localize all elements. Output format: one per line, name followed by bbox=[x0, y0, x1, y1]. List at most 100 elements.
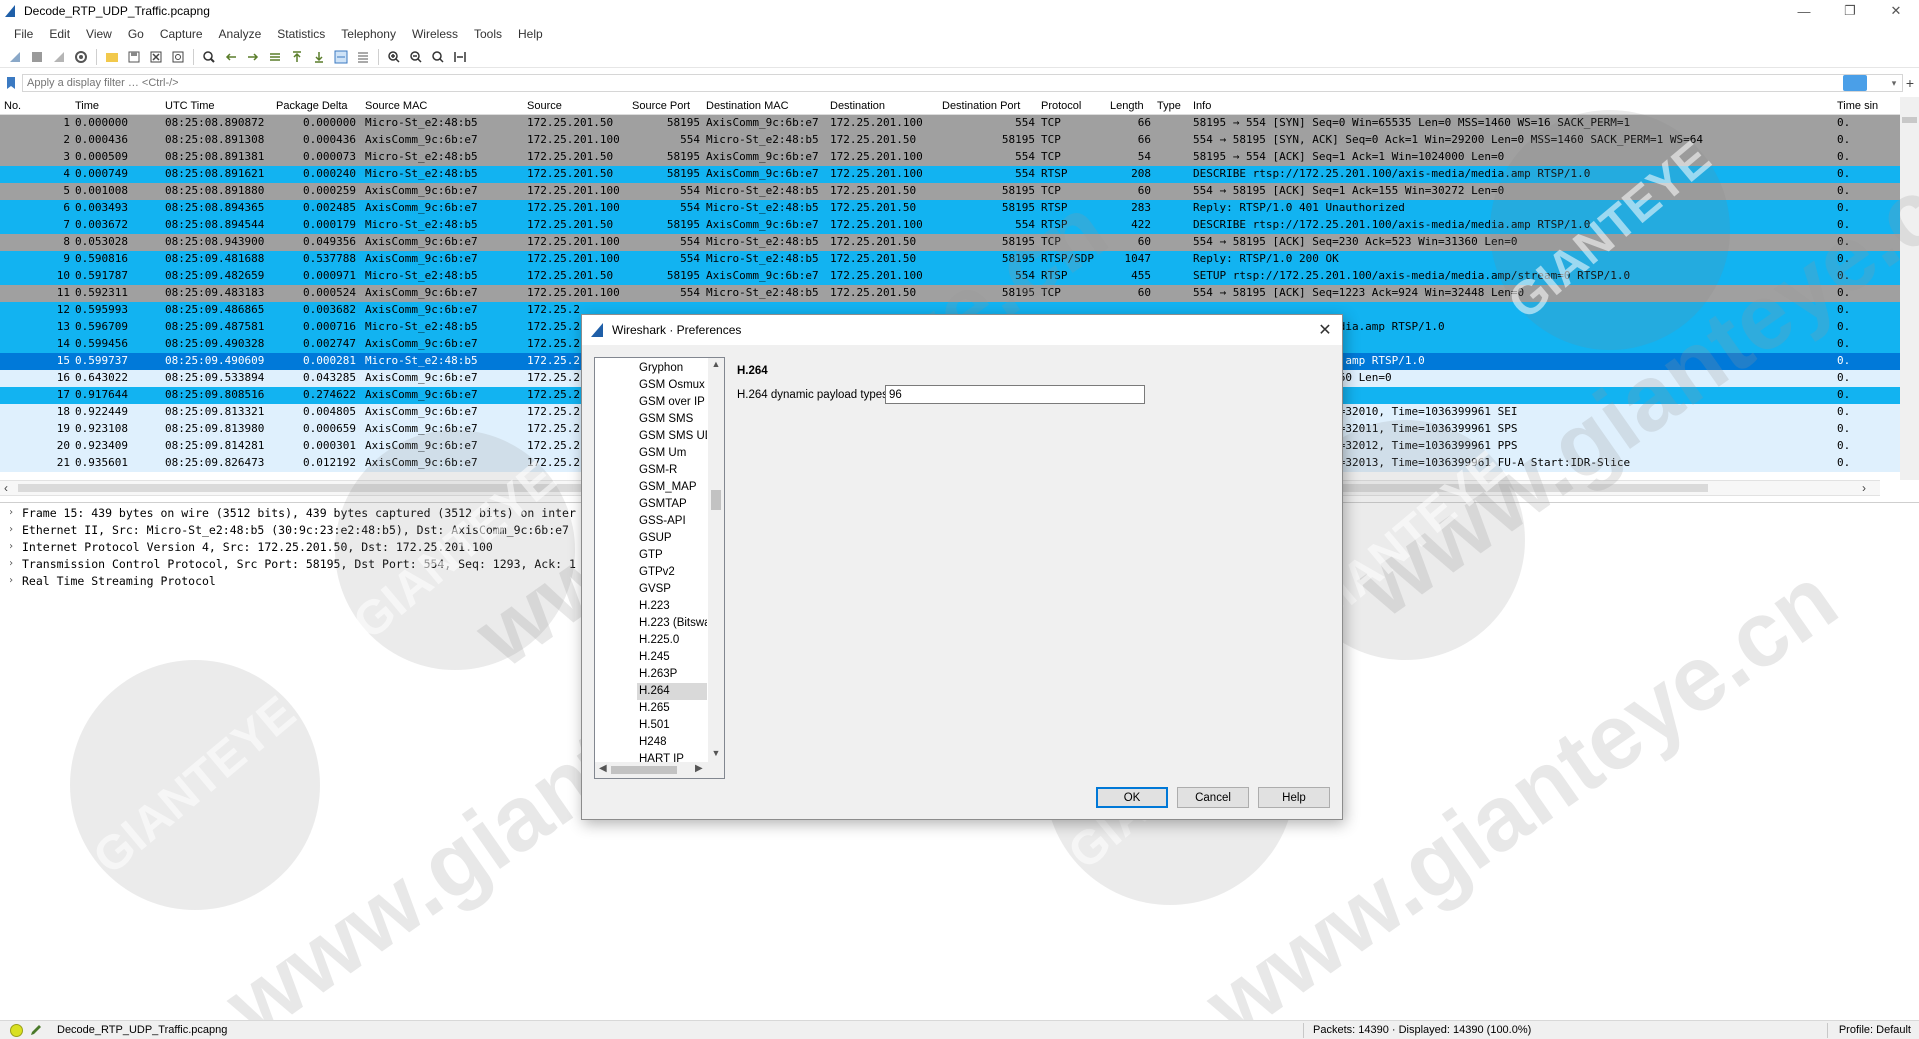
column-header-no[interactable]: No. bbox=[4, 100, 21, 112]
menu-help[interactable]: Help bbox=[510, 27, 551, 41]
protocol-item[interactable]: H.264 bbox=[637, 683, 707, 700]
expand-arrow-icon[interactable]: › bbox=[0, 575, 22, 586]
expand-arrow-icon[interactable]: › bbox=[0, 541, 22, 552]
column-header-source[interactable]: Source bbox=[527, 100, 562, 112]
protocol-item[interactable]: GSM over IP bbox=[637, 394, 707, 411]
column-header-length[interactable]: Length bbox=[1110, 100, 1144, 112]
protocol-item[interactable]: GVSP bbox=[637, 581, 707, 598]
close-file-icon[interactable] bbox=[145, 47, 167, 67]
close-window-button[interactable]: ✕ bbox=[1873, 0, 1919, 22]
go-first-packet-icon[interactable] bbox=[286, 47, 308, 67]
menu-tools[interactable]: Tools bbox=[466, 27, 510, 41]
packet-row[interactable]: 1 0.000000 08:25:08.890872 0.000000 Micro-St… bbox=[0, 115, 1900, 132]
protocol-item[interactable]: GSM_MAP bbox=[637, 479, 707, 496]
resize-columns-icon[interactable] bbox=[449, 47, 471, 67]
scroll-thumb[interactable] bbox=[611, 766, 677, 774]
close-icon[interactable]: ✕ bbox=[1314, 319, 1336, 341]
protocol-item[interactable]: GSM SMS bbox=[637, 411, 707, 428]
colorize-icon[interactable] bbox=[352, 47, 374, 67]
protocol-tree-horizontal-scrollbar[interactable]: ◀ ▶ bbox=[595, 762, 724, 778]
filter-bookmark-icon[interactable] bbox=[4, 74, 18, 92]
go-last-packet-icon[interactable] bbox=[308, 47, 330, 67]
payload-types-input[interactable] bbox=[885, 385, 1145, 404]
menu-telephony[interactable]: Telephony bbox=[333, 27, 404, 41]
scroll-up-icon[interactable]: ▲ bbox=[708, 359, 724, 369]
save-file-icon[interactable] bbox=[123, 47, 145, 67]
scroll-right-icon[interactable]: › bbox=[1862, 481, 1866, 495]
normal-size-icon[interactable] bbox=[427, 47, 449, 67]
go-back-icon[interactable] bbox=[220, 47, 242, 67]
column-header-time[interactable]: Time bbox=[75, 100, 99, 112]
protocol-item[interactable]: H.223 (Bitswa bbox=[637, 615, 707, 632]
column-header-destination-mac[interactable]: Destination MAC bbox=[706, 100, 789, 112]
protocol-item[interactable]: GTP bbox=[637, 547, 707, 564]
packet-row[interactable]: 6 0.003493 08:25:08.894365 0.002485 AxisComm… bbox=[0, 200, 1900, 217]
zoom-in-icon[interactable] bbox=[383, 47, 405, 67]
protocol-item[interactable]: GSUP bbox=[637, 530, 707, 547]
protocol-item[interactable]: H.225.0 bbox=[637, 632, 707, 649]
restore-button[interactable]: ❐ bbox=[1827, 0, 1873, 22]
protocol-item[interactable]: GSM Osmux bbox=[637, 377, 707, 394]
reload-file-icon[interactable] bbox=[167, 47, 189, 67]
go-to-packet-icon[interactable] bbox=[264, 47, 286, 67]
column-header-type[interactable]: Type bbox=[1157, 100, 1181, 112]
column-header-source-port[interactable]: Source Port bbox=[632, 100, 690, 112]
scroll-thumb[interactable] bbox=[711, 490, 721, 510]
menu-statistics[interactable]: Statistics bbox=[269, 27, 333, 41]
packet-row[interactable]: 7 0.003672 08:25:08.894544 0.000179 Micro-St… bbox=[0, 217, 1900, 234]
packet-row[interactable]: 10 0.591787 08:25:09.482659 0.000971 Micro-S… bbox=[0, 268, 1900, 285]
protocol-item[interactable]: H.263P bbox=[637, 666, 707, 683]
scroll-right-icon[interactable]: ▶ bbox=[695, 763, 703, 774]
scroll-left-icon[interactable]: ◀ bbox=[599, 763, 607, 774]
expert-info-icon[interactable] bbox=[10, 1023, 23, 1037]
menu-capture[interactable]: Capture bbox=[152, 27, 211, 41]
protocol-item[interactable]: GSM-R bbox=[637, 462, 707, 479]
expand-arrow-icon[interactable]: › bbox=[0, 558, 22, 569]
packet-row[interactable]: 8 0.053028 08:25:08.943900 0.049356 AxisComm… bbox=[0, 234, 1900, 251]
column-header-protocol[interactable]: Protocol bbox=[1041, 100, 1081, 112]
filter-dropdown-icon[interactable]: ▾ bbox=[1887, 78, 1901, 89]
menu-go[interactable]: Go bbox=[120, 27, 152, 41]
menu-view[interactable]: View bbox=[78, 27, 120, 41]
capture-comment-icon[interactable] bbox=[29, 1023, 43, 1037]
status-profile[interactable]: Profile: Default bbox=[1839, 1024, 1911, 1036]
packet-row[interactable]: 3 0.000509 08:25:08.891381 0.000073 Micro-St… bbox=[0, 149, 1900, 166]
menu-edit[interactable]: Edit bbox=[41, 27, 78, 41]
packet-list-vertical-scrollbar[interactable] bbox=[1900, 97, 1919, 480]
expand-arrow-icon[interactable]: › bbox=[0, 524, 22, 535]
column-header-package-delta[interactable]: Package Delta bbox=[276, 100, 348, 112]
protocol-item[interactable]: GSM SMS UD bbox=[637, 428, 707, 445]
protocol-item[interactable]: H.223 bbox=[637, 598, 707, 615]
column-header-source-mac[interactable]: Source MAC bbox=[365, 100, 427, 112]
display-filter-input[interactable] bbox=[22, 74, 1903, 92]
auto-scroll-icon[interactable] bbox=[330, 47, 352, 67]
column-header-time-since[interactable]: Time sin bbox=[1837, 100, 1878, 112]
protocol-item[interactable]: GSMTAP bbox=[637, 496, 707, 513]
help-button[interactable]: Help bbox=[1258, 787, 1330, 808]
packet-row[interactable]: 9 0.590816 08:25:09.481688 0.537788 AxisComm… bbox=[0, 251, 1900, 268]
minimize-button[interactable]: — bbox=[1781, 0, 1827, 22]
column-header-utc-time[interactable]: UTC Time bbox=[165, 100, 215, 112]
protocol-item[interactable]: H.501 bbox=[637, 717, 707, 734]
protocol-tree-vertical-scrollbar[interactable]: ▲ ▼ bbox=[708, 358, 724, 762]
ok-button[interactable]: OK bbox=[1096, 787, 1168, 808]
packet-row[interactable]: 4 0.000749 08:25:08.891621 0.000240 Micro-St… bbox=[0, 166, 1900, 183]
protocol-item[interactable]: H.245 bbox=[637, 649, 707, 666]
protocol-item[interactable]: H.265 bbox=[637, 700, 707, 717]
column-header-info[interactable]: Info bbox=[1193, 100, 1211, 112]
menu-analyze[interactable]: Analyze bbox=[211, 27, 270, 41]
open-file-icon[interactable] bbox=[101, 47, 123, 67]
go-forward-icon[interactable] bbox=[242, 47, 264, 67]
protocol-item[interactable]: H248 bbox=[637, 734, 707, 751]
menu-file[interactable]: File bbox=[6, 27, 41, 41]
scroll-down-icon[interactable]: ▼ bbox=[708, 748, 724, 758]
column-header-destination[interactable]: Destination bbox=[830, 100, 885, 112]
protocol-item[interactable]: GSS-API bbox=[637, 513, 707, 530]
packet-row[interactable]: 5 0.001008 08:25:08.891880 0.000259 AxisComm… bbox=[0, 183, 1900, 200]
scroll-left-icon[interactable]: ‹ bbox=[4, 481, 8, 495]
find-packet-icon[interactable] bbox=[198, 47, 220, 67]
packet-row[interactable]: 2 0.000436 08:25:08.891308 0.000436 AxisComm… bbox=[0, 132, 1900, 149]
add-filter-button-icon[interactable]: + bbox=[1901, 75, 1919, 91]
packet-row[interactable]: 11 0.592311 08:25:09.483183 0.000524 AxisCom… bbox=[0, 285, 1900, 302]
column-header-destination-port[interactable]: Destination Port bbox=[942, 100, 1020, 112]
